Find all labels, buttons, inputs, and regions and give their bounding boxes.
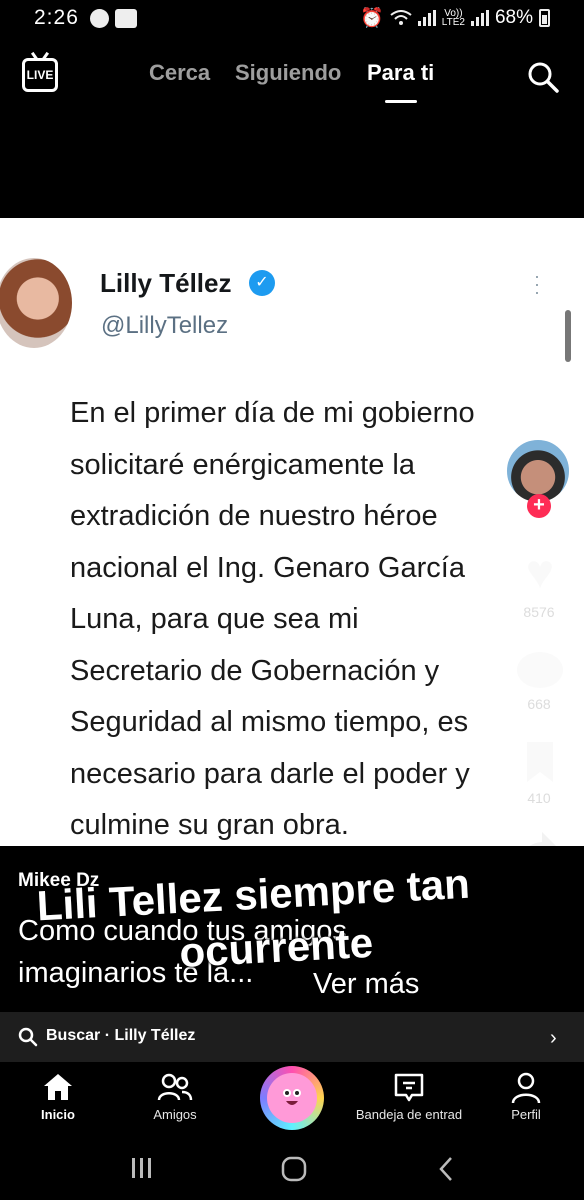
home-icon	[44, 1074, 72, 1100]
bookmark-count: 410	[527, 790, 551, 806]
friends-icon	[157, 1073, 193, 1101]
spotify-icon	[90, 9, 109, 28]
see-more-link[interactable]: Ver más	[313, 968, 419, 1001]
search-suggestion-text: Buscar · Lilly Téllez	[46, 1027, 196, 1044]
recent-apps-icon[interactable]	[130, 1156, 154, 1180]
tweet-line: culmine su gran obra.	[70, 809, 349, 841]
nav-inicio[interactable]: Inicio	[28, 1062, 88, 1140]
status-bar: 2:26 ⏰ Vo)) LTE2 68%	[0, 0, 584, 36]
tweet-line: nacional el Ing. Genaro García	[70, 551, 465, 584]
nav-amigos[interactable]: Amigos	[140, 1062, 210, 1140]
home-button-icon[interactable]	[281, 1156, 307, 1182]
inbox-icon	[394, 1073, 424, 1102]
tweet-line: Luna, para que sea mi	[70, 603, 359, 635]
live-label: LIVE	[26, 68, 54, 82]
tweet-line: En el primer día de mi gobierno	[70, 397, 475, 429]
tab-siguiendo[interactable]: Siguiendo	[235, 60, 341, 86]
more-options-icon: · · ·	[534, 266, 540, 302]
alarm-icon: ⏰	[360, 8, 384, 29]
tab-para-ti[interactable]: Para ti	[367, 60, 434, 86]
comment-count: 668	[527, 696, 551, 712]
nav-label: Perfil	[511, 1107, 541, 1122]
status-time: 2:26	[34, 6, 79, 29]
search-icon	[18, 1027, 38, 1047]
battery-icon	[539, 9, 550, 27]
chevron-right-icon: ›	[550, 1027, 557, 1049]
nav-label: Inicio	[41, 1107, 75, 1122]
search-suggestion-bar[interactable]: Buscar · Lilly Téllez ›	[0, 1012, 584, 1062]
tweet-line: necesario para darle el poder y	[70, 757, 470, 790]
voicemail-icon	[115, 9, 137, 28]
battery-percent: 68%	[494, 7, 533, 28]
signal-icon	[417, 10, 436, 26]
scroll-indicator	[565, 310, 571, 362]
bookmark-button[interactable]	[510, 742, 570, 788]
tab-cerca[interactable]: Cerca	[149, 60, 210, 86]
nav-perfil[interactable]: Perfil	[500, 1062, 552, 1140]
follow-plus-icon[interactable]: +	[527, 494, 551, 518]
lte-label: LTE2	[441, 17, 465, 28]
like-button[interactable]	[510, 550, 570, 596]
nav-label: Bandeja de entrad	[355, 1107, 463, 1122]
system-nav-bar	[0, 1140, 584, 1200]
like-count: 8576	[523, 604, 555, 620]
live-icon[interactable]: LIVE	[22, 58, 58, 92]
video-player[interactable]: Lilly Téllez ✓ @LillyTellez · · · En el pr…	[0, 218, 584, 846]
tweet-line: Seguridad al mismo tiempo, es	[70, 706, 469, 738]
nav-bandeja[interactable]: Bandeja de entrad	[346, 1062, 472, 1140]
tweet-avatar	[0, 258, 72, 348]
profile-icon	[511, 1072, 541, 1104]
nav-label: Amigos	[153, 1107, 197, 1122]
verified-badge-icon: ✓	[249, 270, 275, 296]
tweet-author-name: Lilly Téllez	[100, 268, 232, 298]
search-icon[interactable]	[527, 61, 559, 93]
comment-button[interactable]	[510, 648, 570, 694]
back-icon[interactable]	[438, 1156, 454, 1182]
create-face-icon	[283, 1089, 301, 1105]
active-tab-indicator	[385, 100, 417, 103]
tweet-line: extradición de nuestro héroe	[70, 500, 438, 532]
wifi-icon	[390, 10, 412, 25]
tweet-author-handle: @LillyTellez	[101, 312, 229, 339]
video-overlay-text: Lili Tellez siempre tan ocurrente	[35, 857, 473, 988]
signal-icon-2	[470, 10, 489, 26]
tweet-text: En el primer día de mi gobierno solicita…	[70, 388, 570, 846]
tweet-line: solicitaré enérgicamente la	[70, 448, 415, 481]
tweet-line: Secretario de Gobernación y	[70, 654, 440, 687]
